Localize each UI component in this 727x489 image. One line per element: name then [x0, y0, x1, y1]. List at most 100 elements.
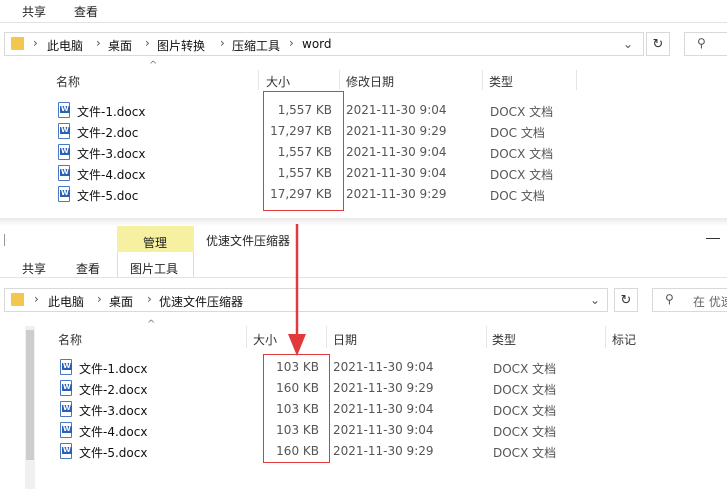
- file-type: DOC 文档: [490, 189, 545, 203]
- ribbon-divider: [0, 22, 727, 23]
- file-row[interactable]: 文件-4.docx 103 KB 2021-11-30 9:04 DOCX 文档: [0, 421, 727, 442]
- file-name: 文件-2.doc: [77, 126, 139, 140]
- refresh-button[interactable]: ↻: [614, 288, 638, 312]
- word-file-icon: [60, 422, 72, 438]
- breadcrumb-compress-tools[interactable]: 压缩工具: [232, 37, 280, 54]
- window-shadow: [0, 218, 727, 226]
- search-icon: ⚲: [665, 292, 674, 306]
- column-divider: [486, 326, 487, 348]
- column-header-name[interactable]: 名称: [56, 73, 80, 90]
- tab-share[interactable]: 共享: [22, 3, 46, 20]
- breadcrumb-this-pc[interactable]: 此电脑: [47, 37, 83, 54]
- word-file-icon: [60, 401, 72, 417]
- file-type: DOCX 文档: [490, 105, 554, 119]
- word-file-icon: [60, 359, 72, 375]
- column-divider: [246, 326, 247, 348]
- file-date: 2021-11-30 9:29: [333, 444, 434, 458]
- column-header-name[interactable]: 名称: [58, 331, 82, 348]
- file-row[interactable]: 文件-4.docx 1,557 KB 2021-11-30 9:04 DOCX …: [0, 164, 727, 185]
- chevron-right-icon: ›: [34, 292, 39, 306]
- breadcrumb-this-pc[interactable]: 此电脑: [48, 293, 84, 310]
- file-date: 2021-11-30 9:29: [346, 187, 447, 201]
- file-type: DOC 文档: [490, 126, 545, 140]
- chevron-right-icon: ›: [145, 36, 150, 50]
- breadcrumb-word[interactable]: word: [302, 37, 332, 51]
- folder-icon: [11, 37, 24, 50]
- file-date: 2021-11-30 9:04: [333, 423, 434, 437]
- file-name: 文件-3.docx: [77, 147, 146, 161]
- word-file-icon: [58, 144, 70, 160]
- chevron-down-icon[interactable]: ⌄: [590, 293, 600, 307]
- file-type: DOCX 文档: [493, 425, 557, 439]
- size-highlight-box: [263, 91, 344, 211]
- window-edge: [4, 234, 5, 246]
- minimize-icon[interactable]: [706, 238, 720, 239]
- search-box[interactable]: ⚲ 在 优速: [652, 288, 727, 312]
- file-type: DOCX 文档: [490, 147, 554, 161]
- column-divider: [339, 70, 340, 90]
- file-name: 文件-4.docx: [79, 425, 148, 439]
- file-row[interactable]: 文件-1.docx 1,557 KB 2021-11-30 9:04 DOCX …: [0, 101, 727, 122]
- column-header-type[interactable]: 类型: [489, 73, 513, 90]
- word-file-icon: [60, 380, 72, 396]
- column-divider: [326, 326, 327, 348]
- breadcrumb-desktop[interactable]: 桌面: [109, 293, 133, 310]
- word-file-icon: [58, 102, 70, 118]
- arrow-head: [288, 334, 306, 356]
- file-row[interactable]: 文件-1.docx 103 KB 2021-11-30 9:04 DOCX 文档: [0, 358, 727, 379]
- column-header-date[interactable]: 修改日期: [346, 73, 394, 90]
- breadcrumb-desktop[interactable]: 桌面: [108, 37, 132, 54]
- file-name: 文件-2.docx: [79, 383, 148, 397]
- column-header-date[interactable]: 日期: [333, 331, 357, 348]
- file-name: 文件-1.docx: [77, 105, 146, 119]
- folder-icon: [11, 293, 24, 306]
- context-tab-manage-label: 管理: [143, 236, 168, 250]
- file-date: 2021-11-30 9:04: [333, 360, 434, 374]
- tab-view[interactable]: 查看: [76, 260, 100, 277]
- refresh-button[interactable]: ↻: [646, 32, 670, 56]
- search-box[interactable]: ⚲: [684, 32, 727, 56]
- breadcrumb-compressor-folder[interactable]: 优速文件压缩器: [159, 293, 243, 310]
- file-type: DOCX 文档: [493, 404, 557, 418]
- column-divider: [482, 70, 483, 90]
- file-date: 2021-11-30 9:04: [346, 145, 447, 159]
- search-placeholder: 在 优速: [693, 295, 727, 309]
- file-name: 文件-3.docx: [79, 404, 148, 418]
- breadcrumb-image-convert[interactable]: 图片转换: [157, 37, 205, 54]
- address-bar[interactable]: › 此电脑 › 桌面 › 图片转换 › 压缩工具 › word ⌄: [4, 32, 644, 56]
- word-file-icon: [58, 186, 70, 202]
- file-date: 2021-11-30 9:29: [333, 381, 434, 395]
- comparison-arrow: [288, 224, 306, 356]
- file-row[interactable]: 文件-2.docx 160 KB 2021-11-30 9:29 DOCX 文档: [0, 379, 727, 400]
- file-row[interactable]: 文件-3.docx 103 KB 2021-11-30 9:04 DOCX 文档: [0, 400, 727, 421]
- chevron-right-icon: ›: [147, 292, 152, 306]
- column-divider: [576, 70, 577, 90]
- file-row[interactable]: 文件-5.docx 160 KB 2021-11-30 9:29 DOCX 文档: [0, 442, 727, 463]
- bottom-explorer-window: 管理 优速文件压缩器 共享 查看 图片工具 › 此电脑 › 桌面 › 优速文件压…: [0, 226, 727, 489]
- file-date: 2021-11-30 9:04: [346, 166, 447, 180]
- tab-view[interactable]: 查看: [74, 3, 98, 20]
- file-row[interactable]: 文件-3.docx 1,557 KB 2021-11-30 9:04 DOCX …: [0, 143, 727, 164]
- word-file-icon: [60, 443, 72, 459]
- chevron-right-icon: ›: [289, 36, 294, 50]
- chevron-right-icon: ›: [220, 36, 225, 50]
- file-name: 文件-5.doc: [77, 189, 139, 203]
- column-header-size[interactable]: 大小: [266, 73, 290, 90]
- file-name: 文件-4.docx: [77, 168, 146, 182]
- file-row[interactable]: 文件-2.doc 17,297 KB 2021-11-30 9:29 DOC 文…: [0, 122, 727, 143]
- file-type: DOCX 文档: [490, 168, 554, 182]
- column-header-size[interactable]: 大小: [253, 331, 277, 348]
- chevron-down-icon[interactable]: ⌄: [623, 37, 633, 51]
- ribbon-divider: [0, 277, 727, 278]
- tab-share[interactable]: 共享: [22, 260, 46, 277]
- file-row[interactable]: 文件-5.doc 17,297 KB 2021-11-30 9:29 DOC 文…: [0, 185, 727, 206]
- column-header-tags[interactable]: 标记: [612, 331, 636, 348]
- file-name: 文件-1.docx: [79, 362, 148, 376]
- word-file-icon: [58, 165, 70, 181]
- file-type: DOCX 文档: [493, 383, 557, 397]
- file-date: 2021-11-30 9:04: [333, 402, 434, 416]
- window-title: 优速文件压缩器: [206, 234, 291, 248]
- chevron-right-icon: ›: [33, 36, 38, 50]
- column-header-type[interactable]: 类型: [492, 331, 516, 348]
- chevron-right-icon: ›: [96, 36, 101, 50]
